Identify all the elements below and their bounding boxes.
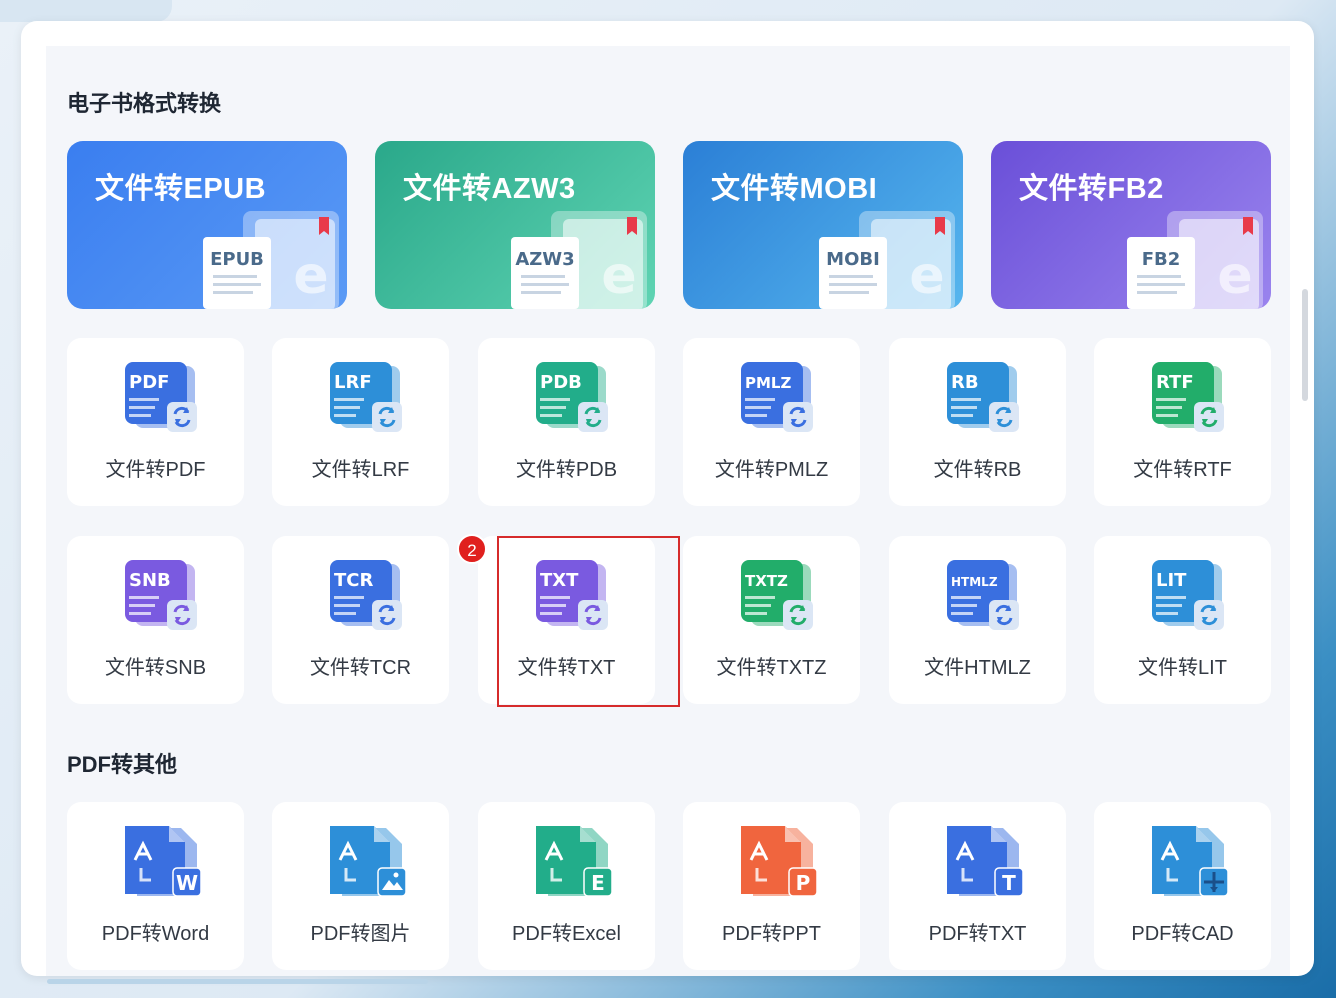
tool-card-lrf-convert[interactable]: LRF 文件转LRF (272, 338, 449, 506)
banner-title: 文件转MOBI (711, 173, 878, 205)
svg-text:PDB: PDB (540, 372, 582, 393)
svg-text:LRF: LRF (334, 372, 372, 393)
banner-fb2[interactable]: 文件转FB2 e FB2 (991, 141, 1271, 309)
tool-card-label: 文件HTMLZ (924, 657, 1031, 679)
tool-card-label: 文件转PDB (515, 459, 618, 481)
tool-card-label: 文件转LRF (311, 459, 410, 481)
tool-card-label: 文件转RTF (1133, 459, 1232, 481)
tool-card-htmlz-convert[interactable]: HTMLZ 文件HTMLZ (889, 536, 1066, 704)
tool-card-pdf-convert[interactable]: PDF 文件转PDF (67, 338, 244, 506)
tool-card-rb-convert[interactable]: RB 文件转RB (889, 338, 1066, 506)
tool-card-label: 文件转TXTZ (716, 657, 827, 679)
tool-card-txt-convert[interactable]: TXT 文件转TXT (478, 536, 655, 704)
txt-convert-icon: TXT (536, 560, 608, 630)
svg-text:RB: RB (951, 372, 979, 393)
tool-card-txtz-convert[interactable]: TXTZ 文件转TXTZ (683, 536, 860, 704)
tcr-convert-icon: TCR (330, 560, 402, 630)
tool-card-tcr-convert[interactable]: TCR 文件转TCR (272, 536, 449, 704)
tool-card-label: PDF转CAD (1131, 923, 1234, 945)
tool-card-label: 文件转TXT (517, 657, 616, 679)
tool-card-lit-convert[interactable]: LIT 文件转LIT (1094, 536, 1271, 704)
svg-text:TCR: TCR (334, 570, 373, 591)
banner-title: 文件转FB2 (1019, 173, 1164, 205)
tool-card-pdf-to-word[interactable]: W PDF转Word (67, 802, 244, 970)
svg-text:SNB: SNB (129, 570, 171, 591)
svg-text:e: e (1217, 246, 1252, 306)
section-title-ebook: 电子书格式转换 (67, 91, 222, 116)
pdf-to-ppt-icon: P (741, 826, 817, 897)
tool-card-pdf-to-excel[interactable]: E PDF转Excel (478, 802, 655, 970)
svg-text:PMLZ: PMLZ (745, 374, 791, 392)
banner-mobi[interactable]: 文件转MOBI e MOBI (683, 141, 963, 309)
tool-card-label: PDF转Word (101, 923, 210, 945)
pdf-to-word-icon: W (125, 826, 201, 897)
svg-text:PDF: PDF (129, 372, 169, 393)
tool-card-label: PDF转PPT (722, 923, 821, 945)
vertical-scrollbar[interactable] (1302, 289, 1308, 401)
svg-text:HTMLZ: HTMLZ (951, 575, 998, 589)
svg-text:T: T (1002, 871, 1016, 895)
svg-text:e: e (293, 246, 328, 306)
tool-card-label: PDF转Excel (512, 923, 621, 945)
svg-text:P: P (796, 871, 811, 895)
pdf-to-excel-icon: E (536, 826, 612, 897)
svg-text:EPUB: EPUB (210, 249, 264, 270)
tool-card-label: PDF转TXT (928, 923, 1027, 945)
tool-card-pdb-convert[interactable]: PDB 文件转PDB (478, 338, 655, 506)
banner-title: 文件转EPUB (95, 173, 267, 205)
svg-text:e: e (601, 246, 636, 306)
pdb-convert-icon: PDB (536, 362, 608, 432)
svg-text:FB2: FB2 (1142, 249, 1181, 270)
banner-epub[interactable]: 文件转EPUB e EPUB (67, 141, 347, 309)
lit-convert-icon: LIT (1152, 560, 1224, 630)
svg-text:TXTZ: TXTZ (745, 572, 788, 590)
tool-card-label: 文件转TCR (309, 657, 412, 679)
svg-text:RTF: RTF (1156, 372, 1194, 393)
rtf-convert-icon: RTF (1152, 362, 1224, 432)
section-title-pdf: PDF转其他 (67, 752, 178, 777)
azw3-book-icon: e AZW3 (511, 211, 647, 309)
content-panel: 电子书格式转换 文件转EPUB e EPUB 文件转AZW3 e AZW3 文件… (46, 46, 1290, 976)
horizontal-scroll-indicator (47, 979, 428, 984)
pdf-to-cad-icon (1152, 826, 1228, 897)
pdf-to-image-icon (330, 826, 406, 897)
tool-card-label: 文件转RB (933, 459, 1022, 481)
tool-card-pdf-to-image[interactable]: PDF转图片 (272, 802, 449, 970)
background-strip (0, 0, 172, 22)
tool-card-pmlz-convert[interactable]: PMLZ 文件转PMLZ (683, 338, 860, 506)
tool-card-snb-convert[interactable]: SNB 文件转SNB (67, 536, 244, 704)
htmlz-convert-icon: HTMLZ (947, 560, 1019, 630)
mobi-book-icon: e MOBI (819, 211, 955, 309)
epub-book-icon: e EPUB (203, 211, 339, 309)
snb-convert-icon: SNB (125, 560, 197, 630)
tool-card-label: 文件转LIT (1138, 657, 1227, 679)
tool-card-label: 文件转PDF (105, 459, 206, 481)
tool-card-pdf-to-cad[interactable]: PDF转CAD (1094, 802, 1271, 970)
svg-text:E: E (591, 871, 605, 895)
pmlz-convert-icon: PMLZ (741, 362, 813, 432)
pdf-to-txt-icon: T (947, 826, 1023, 897)
tool-card-label: PDF转图片 (310, 923, 411, 945)
converter-window: 电子书格式转换 文件转EPUB e EPUB 文件转AZW3 e AZW3 文件… (21, 21, 1314, 976)
tool-card-rtf-convert[interactable]: RTF 文件转RTF (1094, 338, 1271, 506)
fb2-book-icon: e FB2 (1127, 211, 1263, 309)
svg-text:TXT: TXT (540, 570, 579, 591)
rb-convert-icon: RB (947, 362, 1019, 432)
tool-card-pdf-to-ppt[interactable]: P PDF转PPT (683, 802, 860, 970)
banner-title: 文件转AZW3 (403, 173, 576, 205)
step-badge: 2 (457, 534, 487, 564)
svg-text:LIT: LIT (1156, 570, 1187, 591)
tool-card-label: 文件转SNB (104, 657, 207, 679)
svg-text:e: e (909, 246, 944, 306)
tool-card-label: 文件转PMLZ (714, 459, 829, 481)
pdf-convert-icon: PDF (125, 362, 197, 432)
tool-card-pdf-to-txt[interactable]: T PDF转TXT (889, 802, 1066, 970)
lrf-convert-icon: LRF (330, 362, 402, 432)
banner-azw3[interactable]: 文件转AZW3 e AZW3 (375, 141, 655, 309)
svg-text:AZW3: AZW3 (515, 249, 574, 270)
svg-text:W: W (176, 871, 198, 895)
txtz-convert-icon: TXTZ (741, 560, 813, 630)
svg-text:MOBI: MOBI (826, 249, 880, 270)
